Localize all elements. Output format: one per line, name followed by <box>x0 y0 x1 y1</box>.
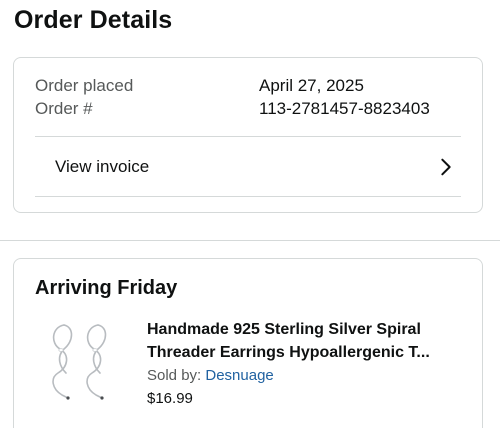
view-invoice-label: View invoice <box>55 156 150 176</box>
sold-by: Sold by: Desnuage <box>147 367 274 384</box>
divider <box>35 196 461 197</box>
earrings-product-image[interactable] <box>34 317 122 405</box>
order-number-label: Order # <box>35 99 93 118</box>
shipment-card: Arriving Friday Handmade 925 Sterling Si… <box>13 258 483 428</box>
chevron-right-icon <box>441 158 451 175</box>
page-title: Order Details <box>14 6 173 34</box>
item-price: $16.99 <box>147 390 193 407</box>
order-info-card: Order placed April 27, 2025 Order # 113-… <box>13 57 483 213</box>
view-invoice-button[interactable]: View invoice <box>35 137 461 196</box>
section-divider <box>0 240 500 241</box>
seller-link[interactable]: Desnuage <box>205 367 273 384</box>
sold-by-label: Sold by: <box>147 367 206 384</box>
product-title-link[interactable]: Handmade 925 Sterling Silver Spiral Thre… <box>147 318 467 364</box>
order-placed-label: Order placed <box>35 76 134 95</box>
order-placed-value: April 27, 2025 <box>259 76 364 95</box>
delivery-status: Arriving Friday <box>35 277 178 299</box>
order-number-value: 113-2781457-8823403 <box>259 99 430 118</box>
